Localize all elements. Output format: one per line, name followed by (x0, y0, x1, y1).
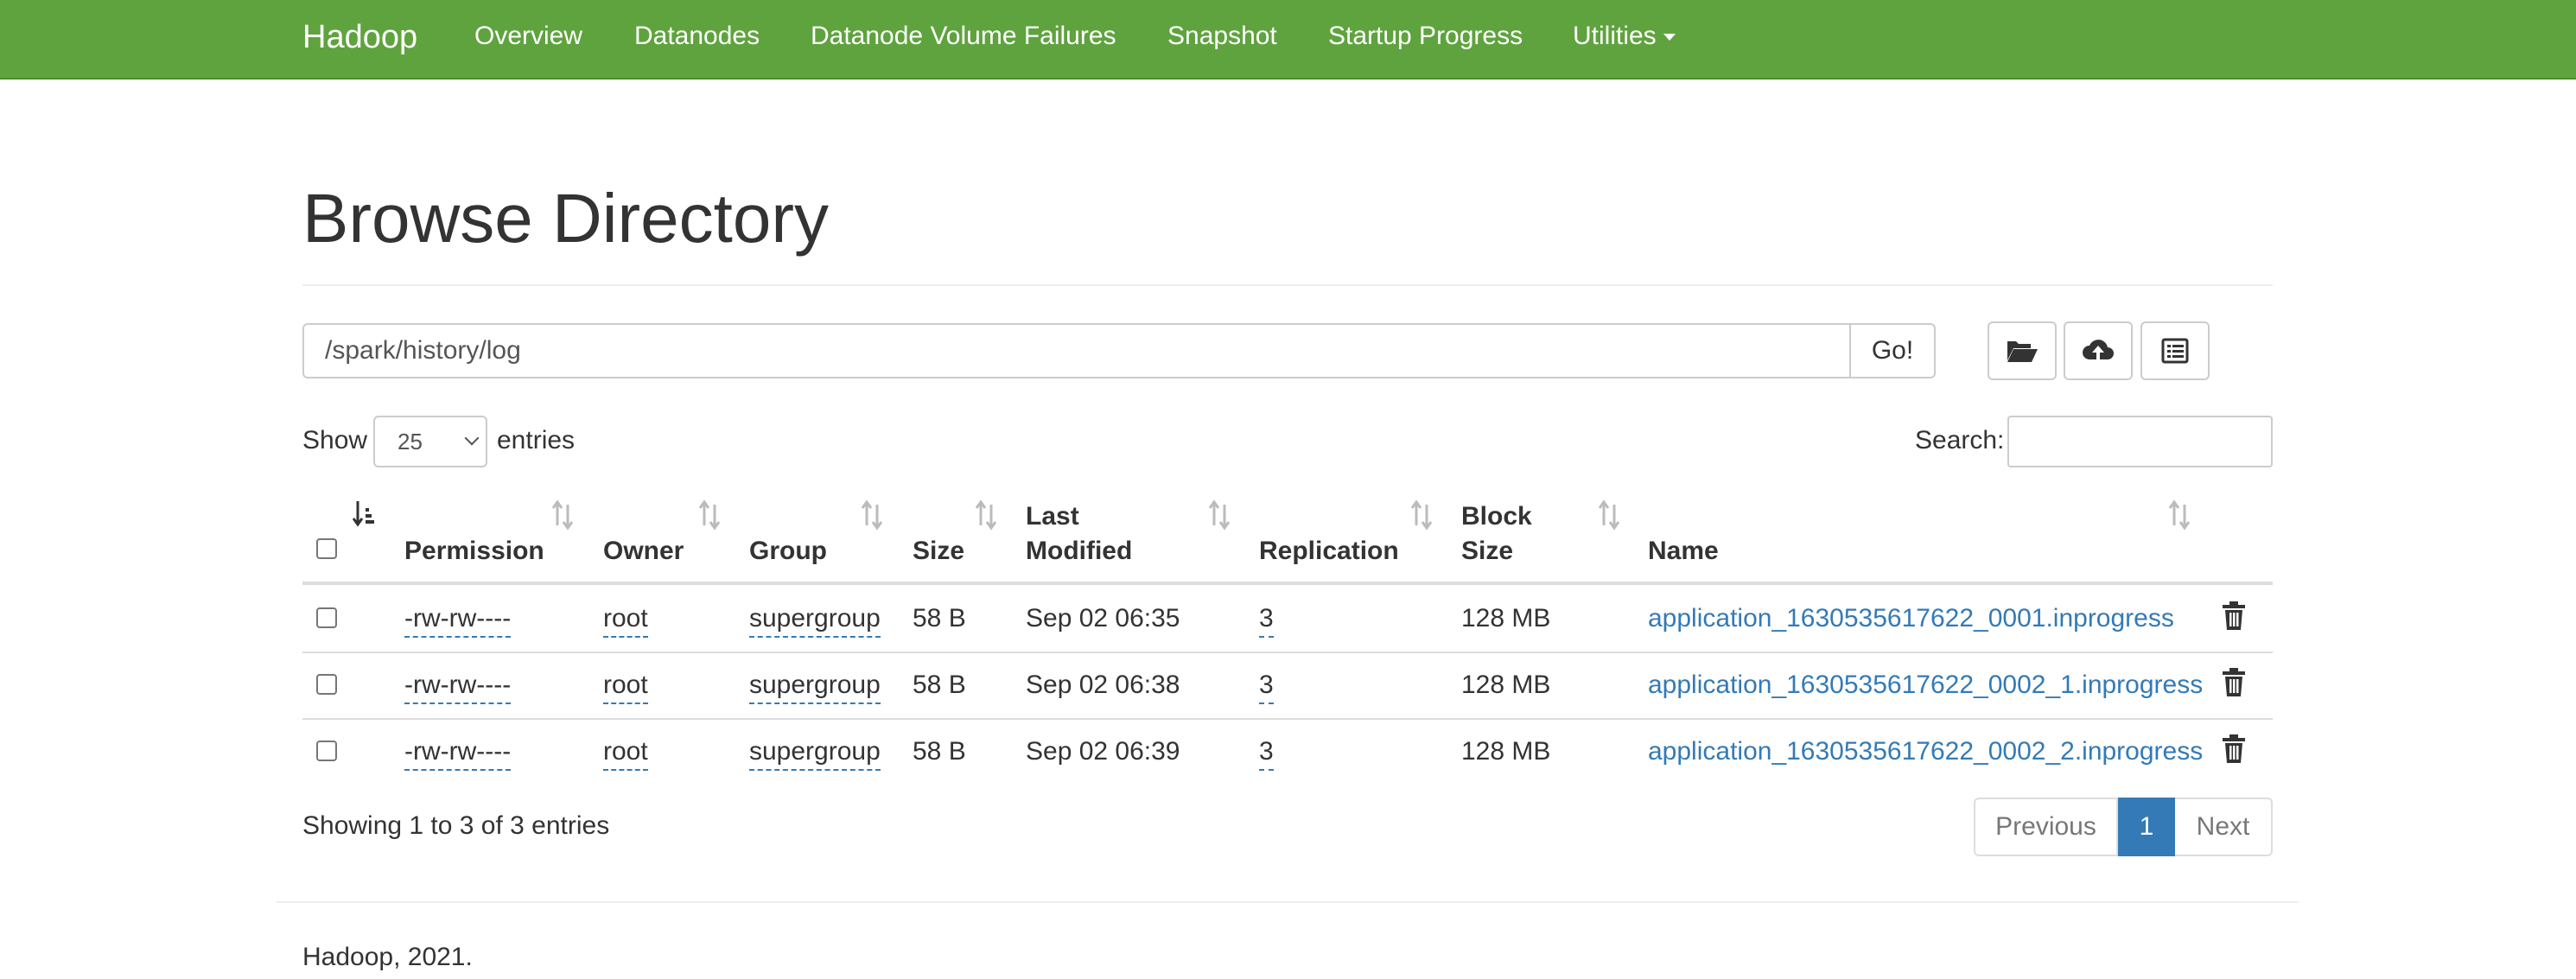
permission-cell[interactable]: -rw-rw---- (404, 601, 512, 638)
next-page-button[interactable]: Next (2175, 798, 2273, 856)
last-modified-cell: Sep 02 06:35 (1026, 604, 1180, 633)
list-alt-icon (2161, 338, 2189, 364)
table-info: Showing 1 to 3 of 3 entries (302, 811, 610, 840)
create-directory-button[interactable] (1988, 321, 2057, 380)
last-modified-cell: Sep 02 06:38 (1026, 671, 1180, 699)
directory-path-input[interactable]: /spark/history/log (302, 323, 1851, 378)
group-cell[interactable]: supergroup (749, 601, 881, 638)
sort-ascending-icon[interactable] (353, 499, 377, 531)
cloud-upload-icon (2083, 340, 2114, 361)
column-header-name[interactable]: Name (1648, 534, 1719, 569)
column-header-block-size-line2[interactable]: Size (1461, 534, 1513, 569)
nav-utilities-dropdown[interactable]: Utilities (1573, 19, 1676, 54)
column-header-replication[interactable]: Replication (1259, 534, 1399, 569)
search-label: Search: (1915, 426, 2005, 455)
column-header-last-modified-line2[interactable]: Modified (1026, 534, 1132, 569)
column-header-block-size-line1[interactable]: Block (1461, 499, 1532, 534)
show-label: Show (302, 426, 368, 455)
sort-both-icon[interactable] (551, 499, 576, 531)
row-divider (302, 718, 2273, 720)
permission-cell[interactable]: -rw-rw---- (404, 668, 512, 704)
row-checkbox[interactable] (316, 741, 337, 761)
nav-startup-progress[interactable]: Startup Progress (1328, 19, 1523, 54)
nav-overview[interactable]: Overview (474, 19, 582, 54)
brand-link[interactable]: Hadoop (302, 17, 417, 57)
page-1-button[interactable]: 1 (2118, 798, 2175, 856)
row-divider (302, 652, 2273, 653)
block-size-cell: 128 MB (1461, 737, 1551, 766)
divider (302, 284, 2273, 286)
size-cell: 58 B (913, 671, 966, 699)
nav-datanodes[interactable]: Datanodes (634, 19, 760, 54)
permission-cell[interactable]: -rw-rw---- (404, 734, 512, 771)
nav-datanode-volume-failures[interactable]: Datanode Volume Failures (811, 19, 1116, 54)
column-header-size[interactable]: Size (913, 534, 964, 569)
column-header-permission[interactable]: Permission (404, 534, 544, 569)
row-checkbox[interactable] (316, 607, 337, 628)
owner-cell[interactable]: root (603, 601, 648, 638)
sort-both-icon[interactable] (975, 499, 999, 531)
sort-both-icon[interactable] (2168, 499, 2192, 531)
block-size-cell: 128 MB (1461, 604, 1551, 633)
go-button[interactable]: Go! (1851, 323, 1936, 378)
replication-cell[interactable]: 3 (1259, 601, 1274, 638)
row-checkbox[interactable] (316, 674, 337, 695)
entries-select-value: 25 (398, 429, 423, 455)
select-all-checkbox[interactable] (316, 538, 337, 559)
sort-both-icon[interactable] (1598, 499, 1622, 531)
footer-text: Hadoop, 2021. (302, 943, 473, 971)
column-header-group[interactable]: Group (749, 534, 827, 569)
column-header-owner[interactable]: Owner (603, 534, 684, 569)
file-name-link[interactable]: application_1630535617622_0001.inprogres… (1648, 601, 2174, 636)
sort-both-icon[interactable] (861, 499, 885, 531)
search-input[interactable] (2007, 416, 2273, 467)
replication-cell[interactable]: 3 (1259, 668, 1274, 704)
block-size-cell: 128 MB (1461, 671, 1551, 699)
replication-cell[interactable]: 3 (1259, 734, 1274, 771)
sort-both-icon[interactable] (1410, 499, 1434, 531)
file-name-link[interactable]: application_1630535617622_0002_2.inprogr… (1648, 734, 2203, 769)
sort-both-icon[interactable] (1208, 499, 1232, 531)
caret-down-icon (1663, 34, 1676, 41)
nav-utilities-label: Utilities (1573, 22, 1657, 50)
entries-label: entries (497, 426, 576, 455)
sort-both-icon[interactable] (698, 499, 722, 531)
folder-open-icon (2007, 341, 2038, 362)
last-modified-cell: Sep 02 06:39 (1026, 737, 1180, 766)
table-header-divider (302, 582, 2273, 585)
cut-paste-button[interactable] (2140, 321, 2210, 380)
entries-per-page-select[interactable]: 25 (373, 416, 487, 467)
column-header-last-modified-line1[interactable]: Last (1026, 499, 1079, 534)
chevron-down-icon (464, 430, 480, 446)
owner-cell[interactable]: root (603, 734, 648, 771)
trash-icon[interactable] (2222, 668, 2246, 697)
file-name-link[interactable]: application_1630535617622_0002_1.inprogr… (1648, 668, 2203, 702)
nav-snapshot[interactable]: Snapshot (1167, 19, 1277, 54)
previous-page-button[interactable]: Previous (1974, 798, 2118, 856)
trash-icon[interactable] (2222, 734, 2246, 764)
group-cell[interactable]: supergroup (749, 668, 881, 704)
size-cell: 58 B (913, 604, 966, 633)
page-title: Browse Directory (302, 180, 830, 257)
footer-divider (277, 901, 2299, 903)
upload-files-button[interactable] (2064, 321, 2133, 380)
trash-icon[interactable] (2222, 601, 2246, 631)
owner-cell[interactable]: root (603, 668, 648, 704)
size-cell: 58 B (913, 737, 966, 766)
group-cell[interactable]: supergroup (749, 734, 881, 771)
navbar: Hadoop Overview Datanodes Datanode Volum… (0, 0, 2576, 79)
